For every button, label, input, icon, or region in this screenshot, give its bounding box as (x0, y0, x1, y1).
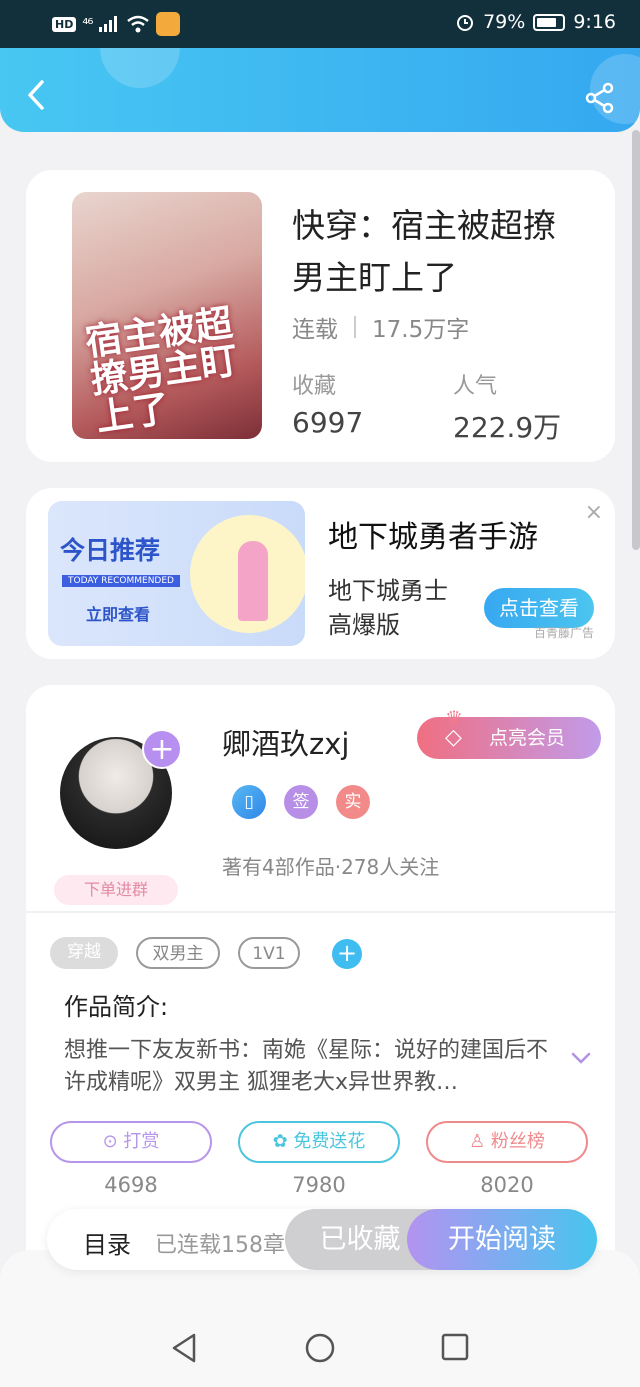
ad-banner-figure (238, 541, 268, 621)
flower-count: 7980 (292, 1173, 346, 1197)
tag-chip[interactable]: 1V1 (238, 937, 300, 969)
yen-coin-icon: ⊙ (102, 1131, 124, 1152)
send-flower-label: 免费送花 (293, 1131, 366, 1152)
user-ranking-icon: ♙ (469, 1131, 491, 1152)
signed-badge[interactable]: 签 (284, 785, 318, 819)
send-flower-button[interactable]: ✿ 免费送花 (238, 1121, 400, 1163)
add-tag-button[interactable]: + (332, 939, 362, 969)
triangle-back-icon[interactable] (170, 1332, 198, 1364)
follow-author-button[interactable]: + (142, 729, 182, 769)
tip-count: 4698 (104, 1173, 158, 1197)
chevron-down-icon[interactable] (570, 1047, 592, 1069)
share-button[interactable] (584, 82, 616, 114)
book-status: 连载 (292, 317, 338, 343)
author-intro-card: + 下单进群 卿酒玖zxj ♛ ◇ 点亮会员 ▯ 签 实 著有4部作品·278人… (26, 685, 615, 1285)
book-meta: 连载 17.5万字 (292, 310, 469, 344)
battery-icon (533, 13, 566, 31)
tip-button[interactable]: ⊙ 打赏 (50, 1121, 212, 1163)
battery-fill (537, 17, 557, 27)
ad-banner-title: 今日推荐 (60, 536, 161, 565)
author-name[interactable]: 卿酒玖zxj (222, 721, 349, 763)
collect-label: 收藏 (292, 374, 337, 399)
ad-banner-image[interactable]: 今日推荐 TODAY RECOMMENDED 立即查看 (48, 501, 305, 646)
ad-close-button[interactable]: × (585, 500, 603, 525)
flower-icon: ✿ (272, 1131, 294, 1152)
square-recents-icon[interactable] (441, 1332, 469, 1362)
scrollbar[interactable] (632, 130, 640, 550)
chapter-count: 已连载158章 (155, 1233, 285, 1258)
status-bar: HD ⁴⁶ 79% 9:16 (0, 0, 640, 48)
intro-text[interactable]: 想推一下友友新书：南姽《星际：说好的建国后不许成精呢》双男主 狐狸老大x异世界教… (64, 1035, 554, 1099)
popularity-label: 人气 (453, 374, 498, 399)
tip-label: 打赏 (123, 1131, 160, 1152)
tag-chip[interactable]: 双男主 (136, 937, 220, 969)
collect-value: 6997 (292, 406, 364, 439)
book-title: 快穿：宿主被超撩男主盯上了 (292, 206, 556, 297)
back-button[interactable] (22, 78, 50, 112)
tag-chip[interactable]: 穿越 (50, 937, 118, 969)
verified-badge[interactable]: 实 (336, 785, 370, 819)
fan-count: 8020 (480, 1173, 534, 1197)
card-divider (26, 911, 615, 913)
battery-percent: 79% (483, 11, 526, 33)
system-navbar (0, 1250, 640, 1387)
ad-description: 地下城勇士高爆版 (328, 577, 448, 639)
status-right: 79% 9:16 (455, 11, 616, 33)
bottom-action-bar: 目录 已连载158章 已收藏 开始阅读 (47, 1209, 597, 1270)
circle-home-icon[interactable] (304, 1332, 336, 1364)
status-left: HD ⁴⁶ (52, 12, 181, 36)
fan-ranking-button[interactable]: ♙ 粉丝榜 (426, 1121, 588, 1163)
intro-title: 作品简介: (64, 993, 169, 1021)
phone-badge-icon[interactable]: ▯ (232, 785, 266, 819)
ad-title: 地下城勇者手游 (328, 520, 538, 555)
join-group-tag[interactable]: 下单进群 (54, 875, 178, 905)
hd-icon: HD (52, 16, 77, 32)
book-cover[interactable]: 宿主被超撩男主盯上了 (72, 192, 262, 439)
alarm-icon (457, 15, 474, 31)
toc-button[interactable]: 目录 (83, 1225, 131, 1260)
header-bubble (100, 48, 180, 88)
vip-button[interactable]: ♛ ◇ 点亮会员 (417, 706, 601, 759)
book-word-count: 17.5万字 (372, 317, 470, 343)
fan-ranking-label: 粉丝榜 (490, 1131, 545, 1152)
start-reading-button[interactable]: 开始阅读 (407, 1209, 597, 1270)
book-info-card: 宿主被超撩男主盯上了 快穿：宿主被超撩男主盯上了 连载 17.5万字 收藏 69… (26, 170, 615, 462)
author-stats: 著有4部作品·278人关注 (222, 855, 440, 879)
app-notification-icon (156, 12, 181, 36)
ad-cta-button[interactable]: 点击查看 (484, 588, 594, 628)
ad-banner-subtitle: TODAY RECOMMENDED (62, 575, 180, 587)
ad-banner-button: 立即查看 (86, 605, 151, 624)
clock: 9:16 (573, 11, 616, 33)
signal-icon: ⁴⁶ (82, 15, 93, 33)
ad-card[interactable]: 今日推荐 TODAY RECOMMENDED 立即查看 地下城勇者手游 地下城勇… (26, 488, 615, 659)
popularity-value: 222.9万 (453, 411, 562, 444)
cover-title-text: 宿主被超撩男主盯上了 (82, 300, 241, 439)
vip-button-label: 点亮会员 (489, 727, 566, 749)
wifi-icon (127, 15, 150, 33)
cellular-bars-icon (99, 16, 118, 32)
diamond-icon: ◇ (445, 725, 462, 750)
ad-source-label: 百青藤广告 (534, 626, 595, 640)
meta-divider (354, 316, 356, 338)
header-bar (0, 48, 640, 132)
